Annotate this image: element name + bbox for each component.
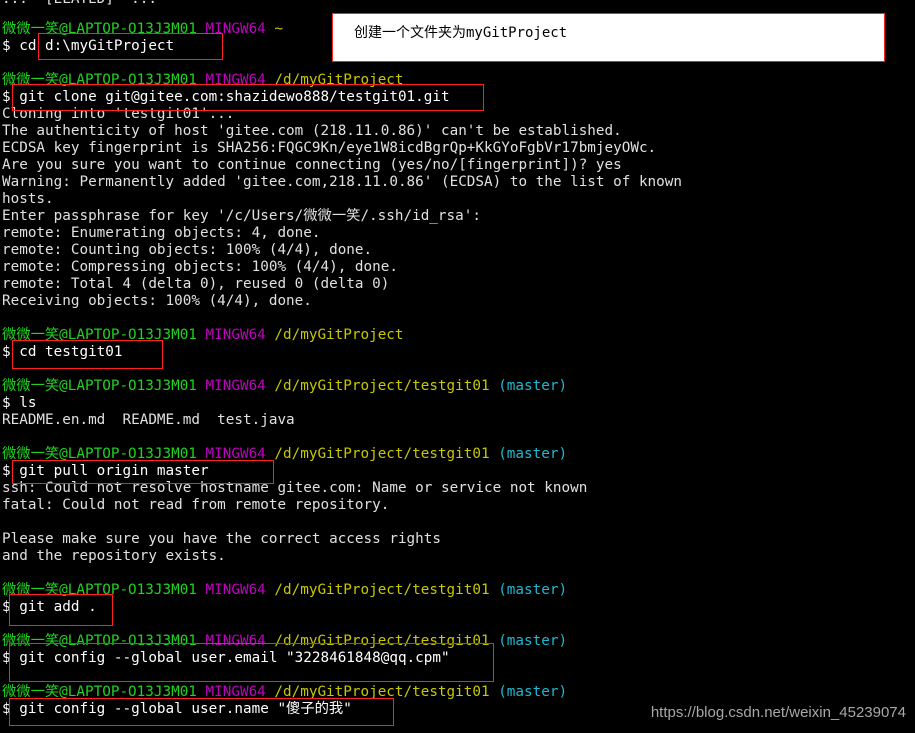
annotation-note: 创建一个文件夹为myGitProject (332, 13, 885, 62)
prompt-branch: (master) (498, 582, 568, 598)
prompt-branch: (master) (498, 684, 568, 700)
output-line: The authenticity of host 'gitee.com (218… (2, 123, 622, 139)
highlight-box-user-email (9, 643, 494, 682)
highlight-box-git-add (9, 594, 113, 626)
output-line: remote: Total 4 (delta 0), reused 0 (del… (2, 276, 390, 292)
highlight-box-git-clone (12, 84, 484, 111)
prompt-host: MINGW64 (205, 327, 266, 343)
output-line: Receiving objects: 100% (4/4), done. (2, 293, 312, 309)
output-line: README.en.md README.md test.java (2, 412, 295, 428)
output-line: Are you sure you want to continue connec… (2, 157, 622, 173)
prompt-path: /d/myGitProject (274, 327, 404, 343)
output-line: fatal: Could not read from remote reposi… (2, 497, 390, 513)
prompt-branch: (master) (498, 633, 568, 649)
prompt-path: /d/myGitProject/testgit01 (274, 378, 490, 394)
highlight-box-user-name (9, 698, 394, 726)
terminal-window[interactable]: ... [ELATED] ... 微微一笑@LAPTOP-O13J3M01 MI… (0, 0, 915, 733)
output-line: Enter passphrase for key '/c/Users/微微一笑/… (2, 208, 481, 224)
prompt-user: 微微一笑@LAPTOP-O13J3M01 (2, 378, 197, 394)
prompt-path: /d/myGitProject/testgit01 (274, 582, 490, 598)
highlight-box-cd-project (38, 33, 223, 60)
terminal-partial-line: ... [ELATED] ... (2, 0, 157, 8)
watermark-text: https://blog.csdn.net/weixin_45239074 (650, 704, 906, 721)
highlight-box-cd-testgit01 (12, 340, 163, 369)
prompt-branch: (master) (498, 378, 568, 394)
highlight-box-git-pull (12, 460, 274, 484)
prompt-line: 微微一笑@LAPTOP-O13J3M01 MINGW64 /d/myGitPro… (2, 378, 567, 395)
output-line: Please make sure you have the correct ac… (2, 531, 441, 547)
prompt-host: MINGW64 (205, 582, 266, 598)
output-line: ECDSA key fingerprint is SHA256:FQGC9Kn/… (2, 140, 657, 156)
output-line: remote: Counting objects: 100% (4/4), do… (2, 242, 373, 258)
output-line: remote: Compressing objects: 100% (4/4),… (2, 259, 398, 275)
prompt-path: ~ (274, 21, 284, 37)
prompt-host: MINGW64 (205, 378, 266, 394)
output-line: remote: Enumerating objects: 4, done. (2, 225, 321, 241)
output-line: hosts. (2, 191, 54, 207)
prompt-branch: (master) (498, 446, 568, 462)
prompt-path: /d/myGitProject/testgit01 (274, 446, 490, 462)
output-line: and the repository exists. (2, 548, 226, 564)
command-line: $ ls (2, 395, 37, 411)
output-line: Warning: Permanently added 'gitee.com,21… (2, 174, 682, 190)
